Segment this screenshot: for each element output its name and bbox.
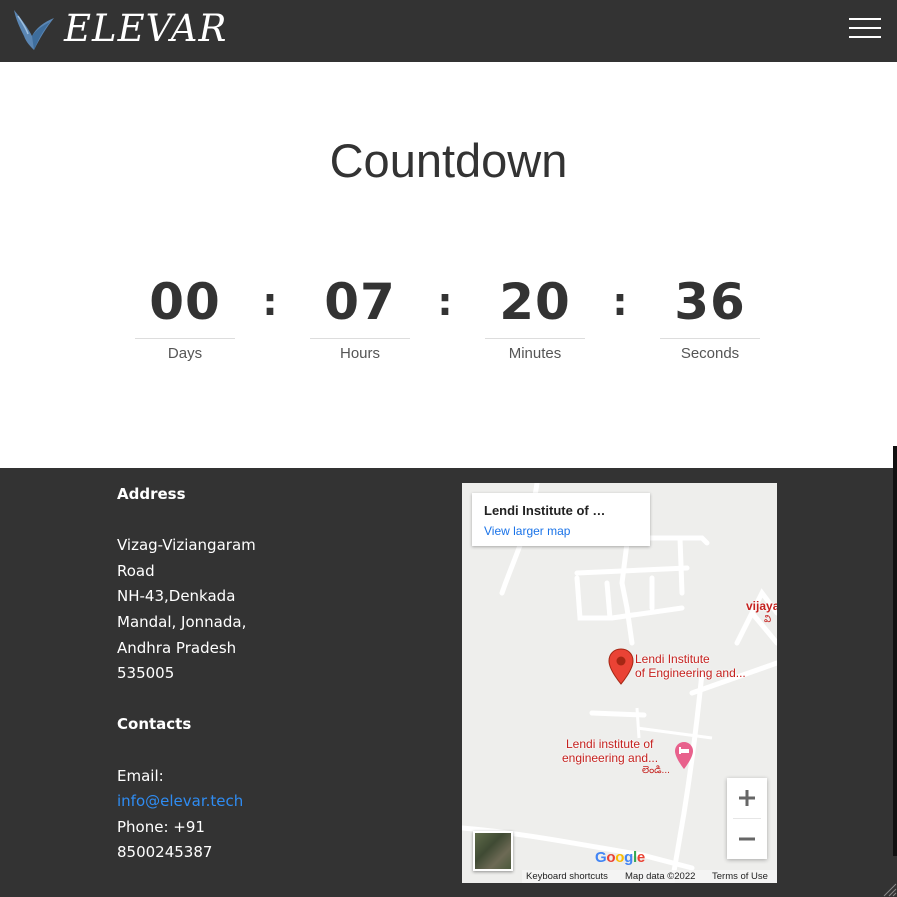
zoom-controls: [727, 778, 767, 859]
address-line: Andhra Pradesh: [117, 638, 237, 657]
minutes-label: Minutes: [508, 345, 562, 362]
email-link[interactable]: info@elevar.tech: [117, 792, 243, 810]
poi-label-line: Lendi institute of: [566, 737, 654, 751]
countdown-seconds: 36 Seconds: [660, 270, 760, 362]
hamburger-menu-icon[interactable]: [849, 18, 881, 40]
address-line: 535005: [117, 664, 175, 683]
google-logo: Google: [595, 849, 645, 866]
satellite-toggle-thumbnail[interactable]: [473, 831, 513, 871]
view-larger-map-link[interactable]: View larger map: [484, 524, 570, 538]
plus-icon: [739, 790, 755, 806]
marker-label-line: of Engineering and...: [635, 666, 746, 680]
hours-label: Hours: [339, 345, 380, 362]
divider: [135, 338, 235, 339]
email-label: Email:: [117, 766, 164, 785]
seconds-label: Seconds: [680, 345, 740, 362]
zoom-out-button[interactable]: [727, 819, 767, 859]
address-line: Vizag-Viziangaram: [117, 536, 256, 555]
hotel-poi-icon[interactable]: [674, 741, 694, 771]
address-heading: Address: [117, 485, 186, 503]
zoom-in-button[interactable]: [727, 778, 767, 818]
countdown-separator: :: [612, 280, 628, 324]
brand-name[interactable]: ELEVAR: [64, 6, 227, 52]
terms-of-use-link[interactable]: Terms of Use: [712, 870, 768, 883]
countdown-separator: :: [262, 280, 278, 324]
location-marker-icon[interactable]: [608, 648, 634, 686]
poi-label-line: లెండి...: [642, 765, 670, 776]
phone-line: Phone: +91: [117, 817, 205, 836]
keyboard-shortcuts-link[interactable]: Keyboard shortcuts: [526, 870, 608, 883]
divider: [485, 338, 585, 339]
phone-line: 8500245387: [117, 843, 213, 862]
days-label: Days: [167, 345, 203, 362]
map-data-text: Map data ©2022: [625, 871, 696, 882]
contacts-heading: Contacts: [117, 715, 192, 734]
days-value: 00: [149, 273, 221, 331]
resize-grip-icon[interactable]: [881, 881, 897, 897]
divider: [310, 338, 410, 339]
countdown-minutes: 20 Minutes: [485, 270, 585, 362]
address-line: Road: [117, 561, 155, 580]
hours-value: 07: [324, 273, 396, 331]
place-title: Lendi Institute of …: [484, 503, 606, 518]
top-navbar: ELEVAR: [0, 0, 897, 62]
countdown-separator: :: [437, 280, 453, 324]
edge-place-label: vijaya: [746, 599, 777, 613]
countdown-title: Countdown: [329, 134, 568, 187]
address-line: Mandal, Jonnada,: [117, 612, 247, 631]
countdown-hours: 07 Hours: [310, 270, 410, 362]
map-attribution-bar: Keyboard shortcuts Map data ©2022 Terms …: [522, 870, 777, 883]
divider: [660, 338, 760, 339]
place-card: Lendi Institute of … View larger map: [472, 493, 650, 546]
scrollbar-edge[interactable]: [893, 446, 897, 856]
edge-place-label-sub: వి: [764, 614, 772, 625]
marker-label-line: Lendi Institute: [635, 652, 710, 666]
seconds-value: 36: [674, 273, 746, 331]
bird-logo-icon[interactable]: [12, 6, 56, 54]
minus-icon: [739, 837, 755, 841]
minutes-value: 20: [499, 273, 571, 331]
embedded-map[interactable]: Lendi Institute of … View larger map vij…: [462, 483, 777, 883]
contact-column: Address Vizag-Viziangaram Road NH-43,Den…: [117, 482, 297, 866]
countdown-days: 00 Days: [135, 270, 235, 362]
address-line: NH-43,Denkada: [117, 587, 236, 606]
